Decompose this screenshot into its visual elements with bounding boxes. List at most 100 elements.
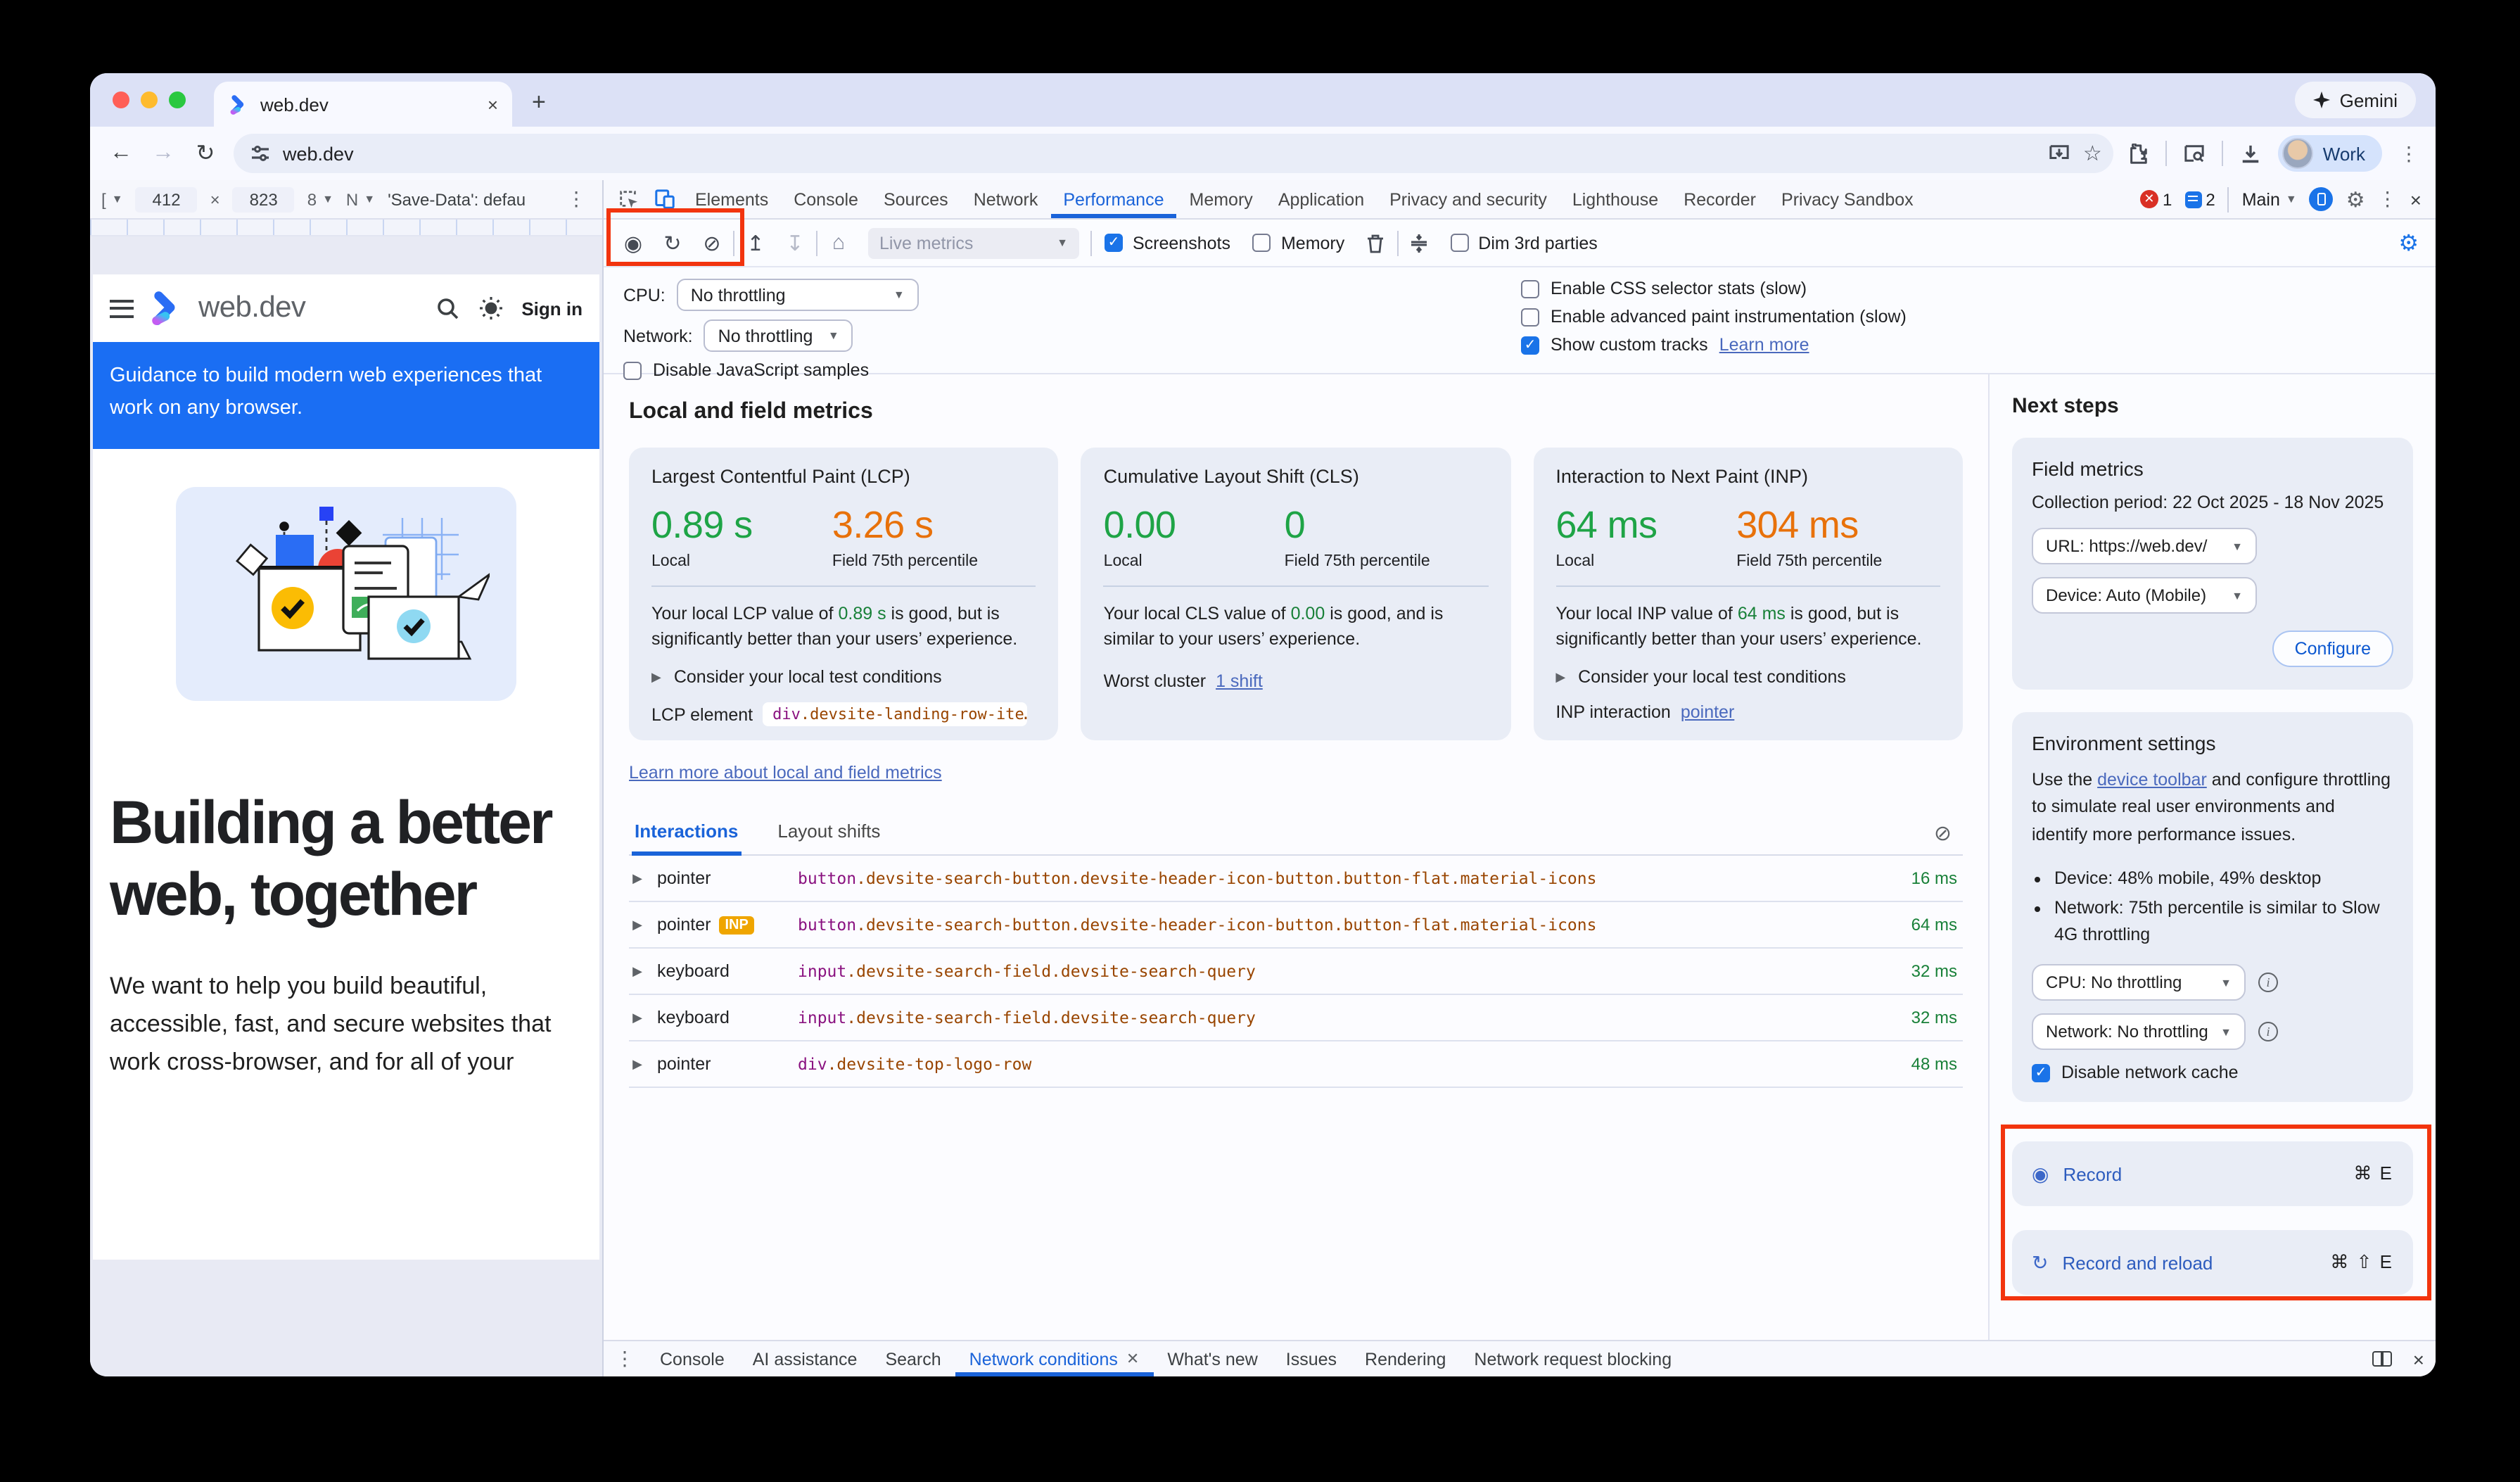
search-icon[interactable] (435, 296, 459, 320)
interaction-row[interactable]: ▶ pointerINP button.devsite-search-butto… (629, 902, 1963, 949)
zoom-select[interactable]: 8▼ (307, 189, 333, 209)
drawer-tab-console[interactable]: Console (646, 1341, 739, 1376)
custom-tracks-checkbox[interactable]: ✓Show custom tracks Learn more (1521, 335, 1907, 355)
record-button[interactable]: ◉ Record ⌘ E (2012, 1142, 2413, 1207)
css-selector-stats-checkbox[interactable]: Enable CSS selector stats (slow) (1521, 279, 1907, 298)
gemini-button[interactable]: Gemini (2295, 82, 2416, 118)
bookmark-star-icon[interactable]: ☆ (2083, 141, 2102, 166)
drawer-tab-network-conditions[interactable]: Network conditions✕ (955, 1341, 1154, 1376)
cpu-info-icon[interactable]: i (2258, 973, 2278, 993)
tab-recorder[interactable]: Recorder (1671, 180, 1769, 218)
downloads-icon[interactable] (2240, 143, 2261, 164)
tab-layout-shifts[interactable]: Layout shifts (775, 811, 883, 856)
tab-close-icon[interactable]: × (488, 94, 498, 115)
reload-button[interactable]: ↻ (191, 139, 219, 167)
collapse-sidebar-icon[interactable] (1401, 224, 1437, 261)
garbage-collect-icon[interactable] (1357, 224, 1394, 261)
inp-local-conditions-disclosure[interactable]: ▶Consider your local test conditions (1555, 668, 1940, 688)
lcp-local-conditions-disclosure[interactable]: ▶Consider your local test conditions (651, 668, 1036, 688)
minimize-window-button[interactable] (141, 91, 158, 108)
interaction-row[interactable]: ▶ pointer button.devsite-search-button.d… (629, 856, 1963, 902)
field-device-select[interactable]: Device: Auto (Mobile)▼ (2032, 577, 2257, 614)
save-profile-icon[interactable]: ↧ (777, 224, 813, 261)
screenshots-checkbox[interactable]: ✓Screenshots (1105, 233, 1230, 253)
devtools-menu-icon[interactable]: ⋮ (2378, 187, 2398, 211)
live-metrics-home-icon[interactable]: ⌂ (820, 224, 857, 261)
record-icon[interactable]: ◉ (615, 224, 651, 261)
custom-tracks-learn-more-link[interactable]: Learn more (1719, 335, 1809, 355)
maximize-window-button[interactable] (169, 91, 186, 108)
site-settings-icon[interactable] (250, 144, 270, 163)
sign-in-button[interactable]: Sign in (521, 298, 583, 319)
tab-memory[interactable]: Memory (1177, 180, 1266, 218)
viewport-height-input[interactable]: 823 (233, 186, 295, 212)
history-select[interactable]: Live metrics▼ (868, 227, 1079, 258)
cpu-throttling-select[interactable]: No throttling▼ (677, 279, 919, 311)
throttling-select[interactable]: N▼ (346, 189, 375, 209)
close-window-button[interactable] (113, 91, 129, 108)
dock-side-icon[interactable] (2372, 1351, 2392, 1367)
network-throttling-select[interactable]: No throttling▼ (704, 319, 853, 352)
device-toolbar-toggle-icon[interactable] (646, 180, 682, 218)
browser-tab[interactable]: web.dev × (214, 82, 512, 127)
metrics-learn-more-link[interactable]: Learn more about local and field metrics (629, 763, 942, 783)
device-toolbar-link[interactable]: device toolbar (2097, 770, 2207, 790)
drawer-tab-close-icon[interactable]: ✕ (1126, 1350, 1139, 1368)
error-badge[interactable]: ✕ 1 (2140, 189, 2172, 209)
find-in-page-icon[interactable] (2184, 144, 2205, 163)
record-and-reload-button[interactable]: ↻ Record and reload ⌘ ⇧ E (2012, 1231, 2413, 1296)
worst-cluster-link[interactable]: 1 shift (1216, 672, 1263, 692)
advanced-paint-checkbox[interactable]: Enable advanced paint instrumentation (s… (1521, 307, 1907, 327)
issues-badge[interactable]: 2 (2184, 189, 2215, 209)
profile-chip[interactable]: Work (2278, 135, 2382, 172)
hamburger-menu-icon[interactable] (110, 299, 134, 317)
tab-privacy-security[interactable]: Privacy and security (1377, 180, 1560, 218)
address-bar[interactable]: web.dev ☆ (234, 134, 2113, 173)
interaction-row[interactable]: ▶ pointer div.devsite-top-logo-row 48 ms (629, 1041, 1963, 1088)
drawer-menu-icon[interactable]: ⋮ (615, 1347, 635, 1371)
new-tab-button[interactable]: + (532, 89, 546, 117)
interaction-row[interactable]: ▶ keyboard input.devsite-search-field.de… (629, 995, 1963, 1041)
env-cpu-select[interactable]: CPU: No throttling▼ (2032, 965, 2246, 1001)
browser-menu-icon[interactable]: ⋮ (2399, 141, 2419, 165)
tab-sources[interactable]: Sources (871, 180, 961, 218)
inp-interaction-link[interactable]: pointer (1681, 703, 1734, 723)
drawer-tab-whats-new[interactable]: What's new (1153, 1341, 1271, 1376)
viewport-width-input[interactable]: 412 (136, 186, 198, 212)
dim-3rd-parties-checkbox[interactable]: Dim 3rd parties (1450, 233, 1598, 253)
device-toolbar-menu-icon[interactable]: ⋮ (566, 187, 586, 211)
extensions-icon[interactable] (2127, 143, 2149, 164)
install-icon[interactable] (2049, 144, 2070, 163)
drawer-tab-rendering[interactable]: Rendering (1351, 1341, 1460, 1376)
theme-toggle-icon[interactable] (478, 296, 503, 321)
drawer-tab-network-request-blocking[interactable]: Network request blocking (1460, 1341, 1686, 1376)
tab-application[interactable]: Application (1266, 180, 1377, 218)
clear-icon[interactable]: ⊘ (694, 224, 730, 261)
drawer-tab-issues[interactable]: Issues (1272, 1341, 1351, 1376)
field-url-select[interactable]: URL: https://web.dev/▼ (2032, 528, 2257, 564)
tab-elements[interactable]: Elements (682, 180, 781, 218)
drawer-tab-search[interactable]: Search (871, 1341, 955, 1376)
device-ai-icon[interactable] (2310, 187, 2334, 211)
record-and-reload-icon[interactable]: ↻ (654, 224, 691, 261)
drawer-close-icon[interactable]: × (2413, 1348, 2424, 1370)
back-button[interactable]: ← (107, 141, 135, 166)
forward-button[interactable]: → (149, 141, 177, 166)
tab-network[interactable]: Network (961, 180, 1051, 218)
drawer-tab-ai-assistance[interactable]: AI assistance (739, 1341, 872, 1376)
inspect-element-icon[interactable] (609, 180, 646, 218)
configure-button[interactable]: Configure (2272, 631, 2393, 667)
tab-console[interactable]: Console (781, 180, 871, 218)
memory-checkbox[interactable]: Memory (1253, 233, 1344, 253)
tab-lighthouse[interactable]: Lighthouse (1560, 180, 1671, 218)
env-network-select[interactable]: Network: No throttling▼ (2032, 1014, 2246, 1051)
load-profile-icon[interactable]: ↥ (737, 224, 774, 261)
dimensions-select[interactable]: [▼ (101, 189, 123, 209)
interaction-row[interactable]: ▶ keyboard input.devsite-search-field.de… (629, 949, 1963, 995)
lcp-element-chip[interactable]: div.devsite-landing-row-ite… (763, 703, 1027, 727)
devtools-settings-icon[interactable]: ⚙ (2346, 186, 2365, 212)
devtools-close-icon[interactable]: × (2410, 188, 2422, 210)
target-select[interactable]: Main▼ (2242, 189, 2297, 209)
tab-privacy-sandbox[interactable]: Privacy Sandbox (1769, 180, 1926, 218)
capture-settings-icon[interactable]: ⚙ (2398, 229, 2424, 257)
